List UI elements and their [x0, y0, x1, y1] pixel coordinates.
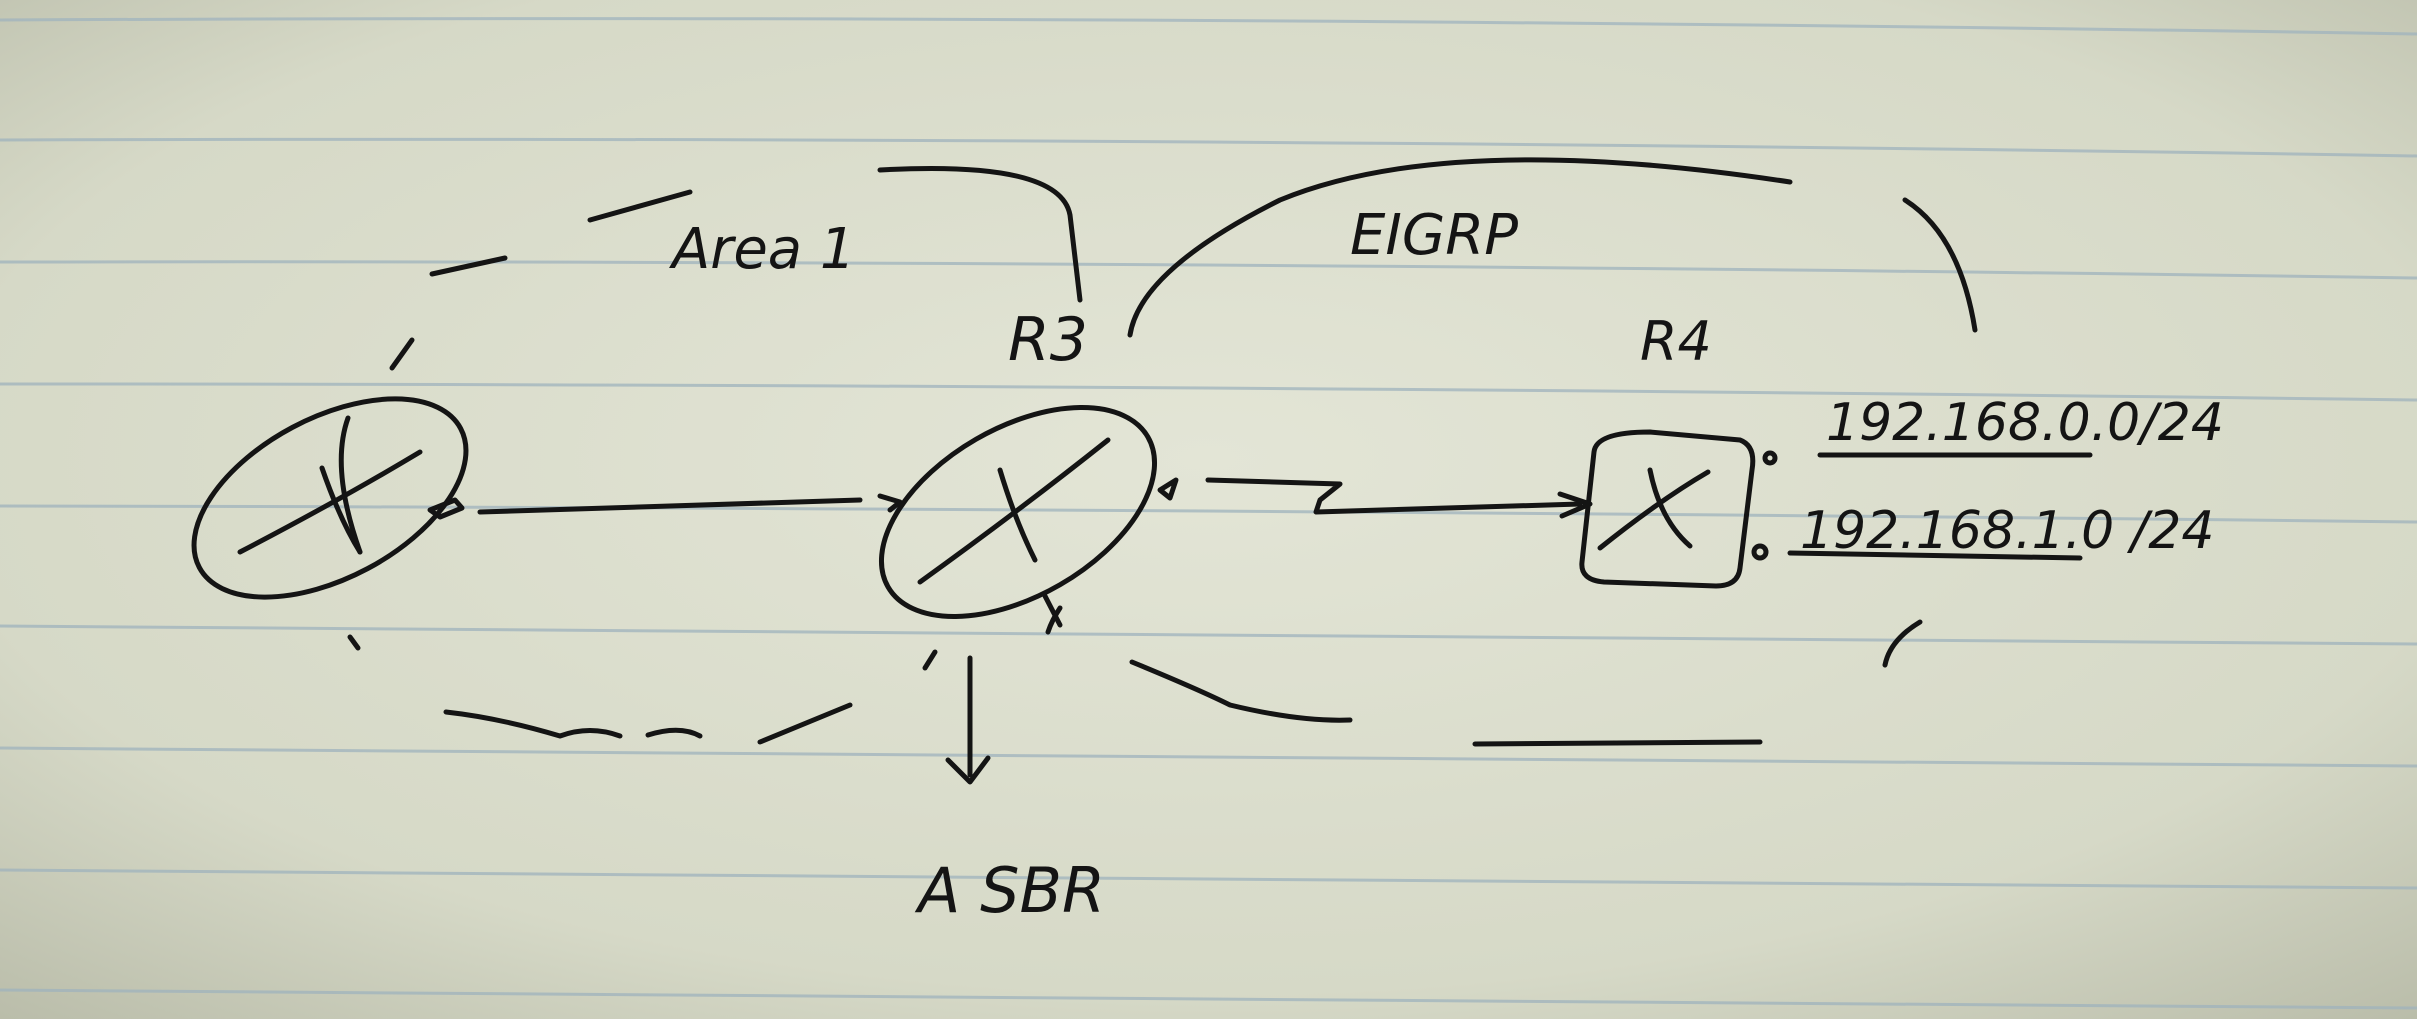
network-label-2: 192.168.1.0 /24	[1800, 501, 2214, 561]
asbr-label: A SBR	[914, 854, 1105, 927]
router-r4-label: R4	[1640, 310, 1712, 373]
router-r3-label: R3	[1008, 305, 1088, 375]
network-sketch: Area 1 EIGRP R3 R4 A SBR 192.168.0.0/24 …	[0, 0, 2417, 1019]
protocol-label: EIGRP	[1350, 203, 1518, 268]
area-label: Area 1	[669, 217, 856, 282]
network-label-1: 192.168.0.0/24	[1826, 393, 2224, 453]
notebook-page: Area 1 EIGRP R3 R4 A SBR 192.168.0.0/24 …	[0, 0, 2417, 1019]
